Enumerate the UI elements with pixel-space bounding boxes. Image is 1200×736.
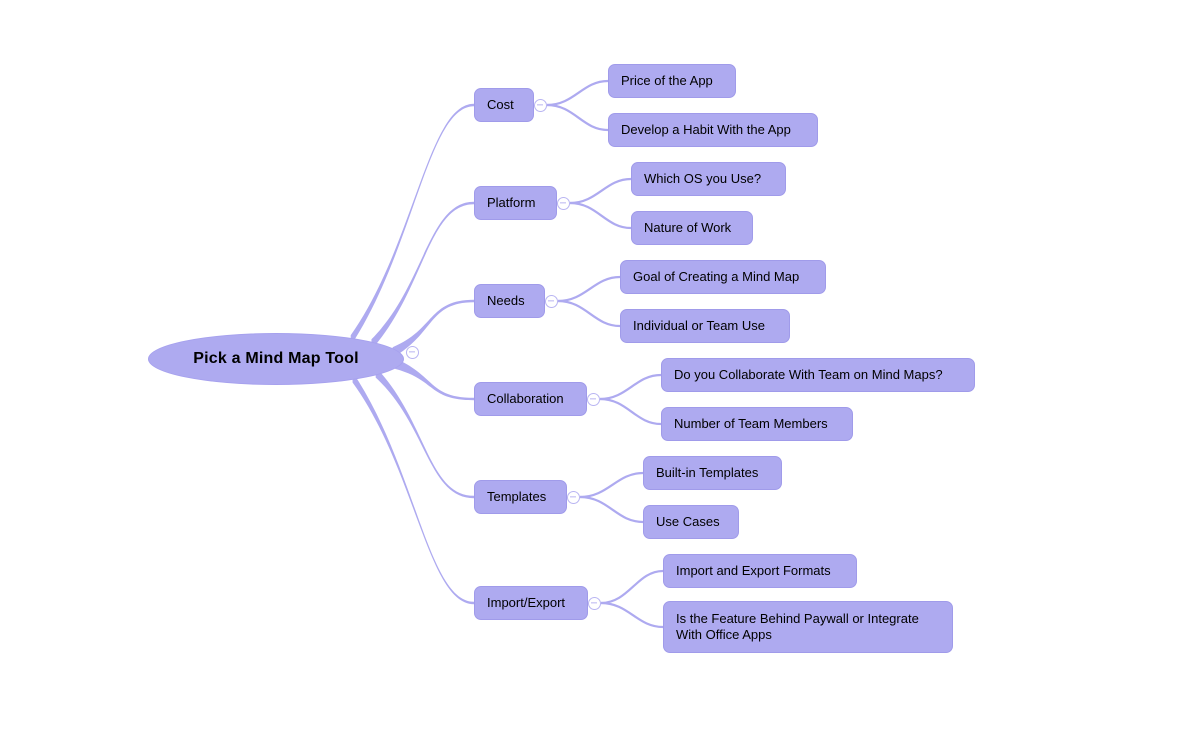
child-node-0-1-label: Develop a Habit With the App bbox=[621, 122, 791, 137]
branch-collapse-minus-icon-3[interactable] bbox=[587, 392, 600, 406]
child-node-3-0[interactable]: Do you Collaborate With Team on Mind Map… bbox=[661, 358, 975, 392]
branch-node-1-label: Platform bbox=[487, 195, 536, 210]
mind-map-canvas: Pick a Mind Map Tool Price of the App Dev… bbox=[0, 0, 1200, 736]
branch-node-0[interactable]: Cost bbox=[474, 88, 534, 122]
root-node[interactable]: Pick a Mind Map Tool bbox=[148, 333, 404, 385]
child-node-5-0[interactable]: Import and Export Formats bbox=[663, 554, 857, 588]
child-node-3-0-label: Do you Collaborate With Team on Mind Map… bbox=[674, 367, 943, 382]
child-node-5-0-label: Import and Export Formats bbox=[676, 563, 831, 578]
child-connector bbox=[557, 299, 621, 328]
trunk-connector bbox=[392, 299, 474, 358]
child-node-2-0[interactable]: Goal of Creating a Mind Map bbox=[620, 260, 826, 294]
child-connector bbox=[546, 103, 609, 132]
child-node-4-1[interactable]: Use Cases bbox=[643, 505, 739, 539]
branch-node-2[interactable]: Needs bbox=[474, 284, 545, 318]
child-connector bbox=[546, 79, 609, 107]
child-node-0-1[interactable]: Develop a Habit With the App bbox=[608, 113, 818, 147]
branch-collapse-minus-icon-5[interactable] bbox=[588, 596, 601, 610]
branch-node-3-label: Collaboration bbox=[487, 391, 564, 406]
child-node-1-1-label: Nature of Work bbox=[644, 220, 732, 235]
branch-node-4-label: Templates bbox=[487, 489, 547, 504]
child-node-3-1-label: Number of Team Members bbox=[674, 416, 828, 431]
trunk-connector bbox=[350, 103, 474, 346]
child-connector bbox=[579, 495, 644, 524]
child-node-1-1[interactable]: Nature of Work bbox=[631, 211, 753, 245]
child-node-3-1[interactable]: Number of Team Members bbox=[661, 407, 853, 441]
child-connector bbox=[600, 569, 664, 605]
branch-node-2-label: Needs bbox=[487, 293, 525, 308]
child-connector bbox=[599, 397, 662, 426]
child-node-2-1-label: Individual or Team Use bbox=[633, 318, 765, 333]
child-node-4-1-label: Use Cases bbox=[656, 514, 720, 529]
child-connector bbox=[569, 177, 632, 205]
trunk-connector bbox=[352, 372, 474, 605]
child-node-4-0-label: Built-in Templates bbox=[656, 465, 759, 480]
child-connector bbox=[569, 201, 632, 230]
child-connector bbox=[579, 471, 644, 499]
child-connector bbox=[557, 275, 621, 303]
child-node-0-0-label: Price of the App bbox=[621, 73, 713, 88]
branch-collapse-minus-icon-1[interactable] bbox=[557, 196, 570, 210]
branch-collapse-minus-icon-0[interactable] bbox=[534, 98, 547, 112]
child-node-0-0[interactable]: Price of the App bbox=[608, 64, 736, 98]
trunk-connector bbox=[375, 367, 474, 499]
child-node-2-0-label: Goal of Creating a Mind Map bbox=[633, 269, 800, 284]
branch-node-0-label: Cost bbox=[487, 97, 514, 112]
branch-node-5-label: Import/Export bbox=[487, 595, 566, 610]
child-node-1-0-label: Which OS you Use? bbox=[644, 171, 762, 186]
child-connector bbox=[600, 601, 664, 629]
child-node-1-0[interactable]: Which OS you Use? bbox=[631, 162, 786, 196]
child-node-2-1[interactable]: Individual or Team Use bbox=[620, 309, 790, 343]
branch-node-3[interactable]: Collaboration bbox=[474, 382, 587, 416]
child-connector bbox=[599, 373, 662, 401]
root-node-label: Pick a Mind Map Tool bbox=[193, 350, 359, 367]
child-node-5-1[interactable]: Is the Feature Behind Paywall or Integra… bbox=[663, 601, 953, 653]
child-node-4-0[interactable]: Built-in Templates bbox=[643, 456, 782, 490]
trunk-connector bbox=[371, 201, 474, 350]
branch-node-1[interactable]: Platform bbox=[474, 186, 557, 220]
branch-collapse-minus-icon-2[interactable] bbox=[545, 294, 558, 308]
child-node-5-1-label: Is the Feature Behind Paywall or Integra… bbox=[676, 611, 919, 642]
branch-node-4[interactable]: Templates bbox=[474, 480, 567, 514]
trunk-connector bbox=[395, 358, 474, 401]
root-collapse-minus-icon[interactable] bbox=[406, 345, 419, 359]
branch-node-5[interactable]: Import/Export bbox=[474, 586, 588, 620]
branch-collapse-minus-icon-4[interactable] bbox=[567, 490, 580, 504]
